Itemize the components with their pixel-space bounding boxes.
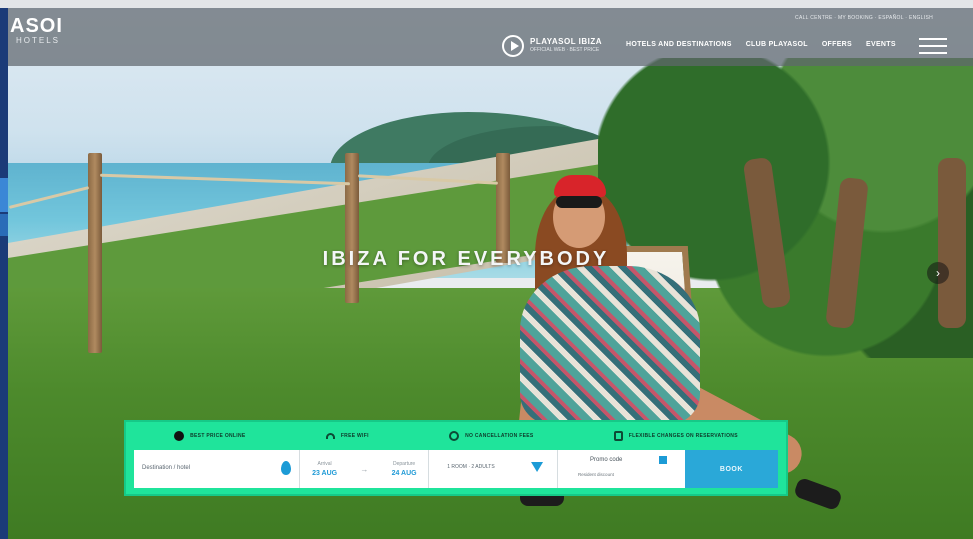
promo-checkbox[interactable]	[658, 456, 667, 464]
benefits-bar: BEST PRICE ONLINE FREE WIFI NO CANCELLAT…	[134, 428, 778, 444]
document-icon	[613, 431, 623, 441]
slider-next-button[interactable]: ›	[927, 262, 949, 284]
logo-subtext: HOTELS	[16, 36, 61, 45]
dates-field: Arrival 23 AUG → Departure 24 AUG	[300, 450, 430, 488]
hero-banner: ASOI HOTELS CALL CENTRE · MY BOOKING · E…	[8, 8, 973, 539]
checkin-label: Arrival	[317, 461, 332, 467]
hero-headline: IBIZA FOR EVERYBODY	[322, 248, 610, 270]
checkout-label: Departure	[392, 461, 416, 467]
book-button[interactable]: BOOK	[684, 450, 778, 488]
checkout-date[interactable]: Departure 24 AUG	[392, 461, 417, 477]
nav-item-hotels[interactable]: HOTELS AND DESTINATIONS	[626, 41, 732, 48]
brand-tagline: OFFICIAL WEB · BEST PRICE	[530, 47, 600, 53]
palm-trunk	[938, 158, 966, 328]
benefit-label: FLEXIBLE CHANGES ON RESERVATIONS	[628, 433, 738, 439]
date-separator: →	[360, 464, 369, 474]
logo-text: ASOI	[10, 15, 63, 37]
promo-sublabel: Resident discount	[578, 472, 614, 477]
main-menu: HOTELS AND DESTINATIONS CLUB PLAYASOL OF…	[626, 41, 896, 48]
side-share-tab[interactable]	[0, 178, 8, 212]
brand-block[interactable]: PLAYASOL IBIZA OFFICIAL WEB · BEST PRICE	[530, 37, 602, 55]
hamburger-menu-icon[interactable]	[919, 38, 947, 54]
benefit-label: BEST PRICE ONLINE	[190, 433, 246, 439]
booking-form: Destination / hotel Arrival 23 AUG → Dep…	[134, 450, 778, 488]
destination-field[interactable]: Destination / hotel	[134, 450, 301, 488]
side-share-tab-2[interactable]	[0, 214, 8, 236]
checkin-value: 23 AUG	[312, 470, 338, 477]
brand-name: PLAYASOL IBIZA	[530, 37, 603, 46]
checkout-value: 24 AUG	[391, 470, 417, 477]
woman-bandana	[554, 175, 606, 197]
play-video-icon[interactable]	[502, 35, 524, 57]
fence-post	[496, 153, 510, 263]
benefit-best-price: BEST PRICE ONLINE	[174, 431, 245, 441]
benefit-no-fees: NO CANCELLATION FEES	[449, 431, 533, 441]
globe-icon	[449, 431, 460, 441]
location-pin-icon	[281, 461, 292, 475]
woman-dress	[520, 266, 700, 426]
fence-post	[345, 153, 359, 303]
site-logo[interactable]: ASOI HOTELS	[10, 16, 63, 45]
nav-item-club[interactable]: CLUB PLAYASOL	[746, 41, 808, 48]
guests-text: 1 ROOM · 2 ADULTS	[447, 464, 495, 470]
promo-code-field[interactable]: Promo code Resident discount	[558, 450, 685, 488]
nav-item-offers[interactable]: OFFERS	[822, 41, 852, 48]
browser-left-edge	[0, 8, 8, 539]
booking-widget: BEST PRICE ONLINE FREE WIFI NO CANCELLAT…	[124, 420, 788, 496]
destination-placeholder: Destination / hotel	[142, 465, 191, 471]
benefit-wifi: FREE WIFI	[325, 433, 369, 439]
badge-icon	[174, 431, 185, 441]
benefit-flexible: FLEXIBLE CHANGES ON RESERVATIONS	[613, 431, 738, 441]
benefit-label: NO CANCELLATION FEES	[465, 433, 534, 439]
checkin-date[interactable]: Arrival 23 AUG	[312, 461, 337, 477]
rooms-guests-select[interactable]: 1 ROOM · 2 ADULTS	[429, 450, 559, 488]
promo-label: Promo code	[590, 457, 623, 463]
top-navbar: ASOI HOTELS CALL CENTRE · MY BOOKING · E…	[8, 8, 973, 66]
chevron-down-icon	[531, 462, 544, 472]
nav-item-events[interactable]: EVENTS	[866, 41, 896, 48]
woman-sunglasses	[556, 196, 602, 208]
browser-top-strip	[0, 0, 973, 8]
benefit-label: FREE WIFI	[340, 433, 369, 439]
top-utility-links[interactable]: CALL CENTRE · MY BOOKING · ESPAÑOL · ENG…	[795, 15, 933, 21]
wifi-icon	[325, 433, 335, 439]
